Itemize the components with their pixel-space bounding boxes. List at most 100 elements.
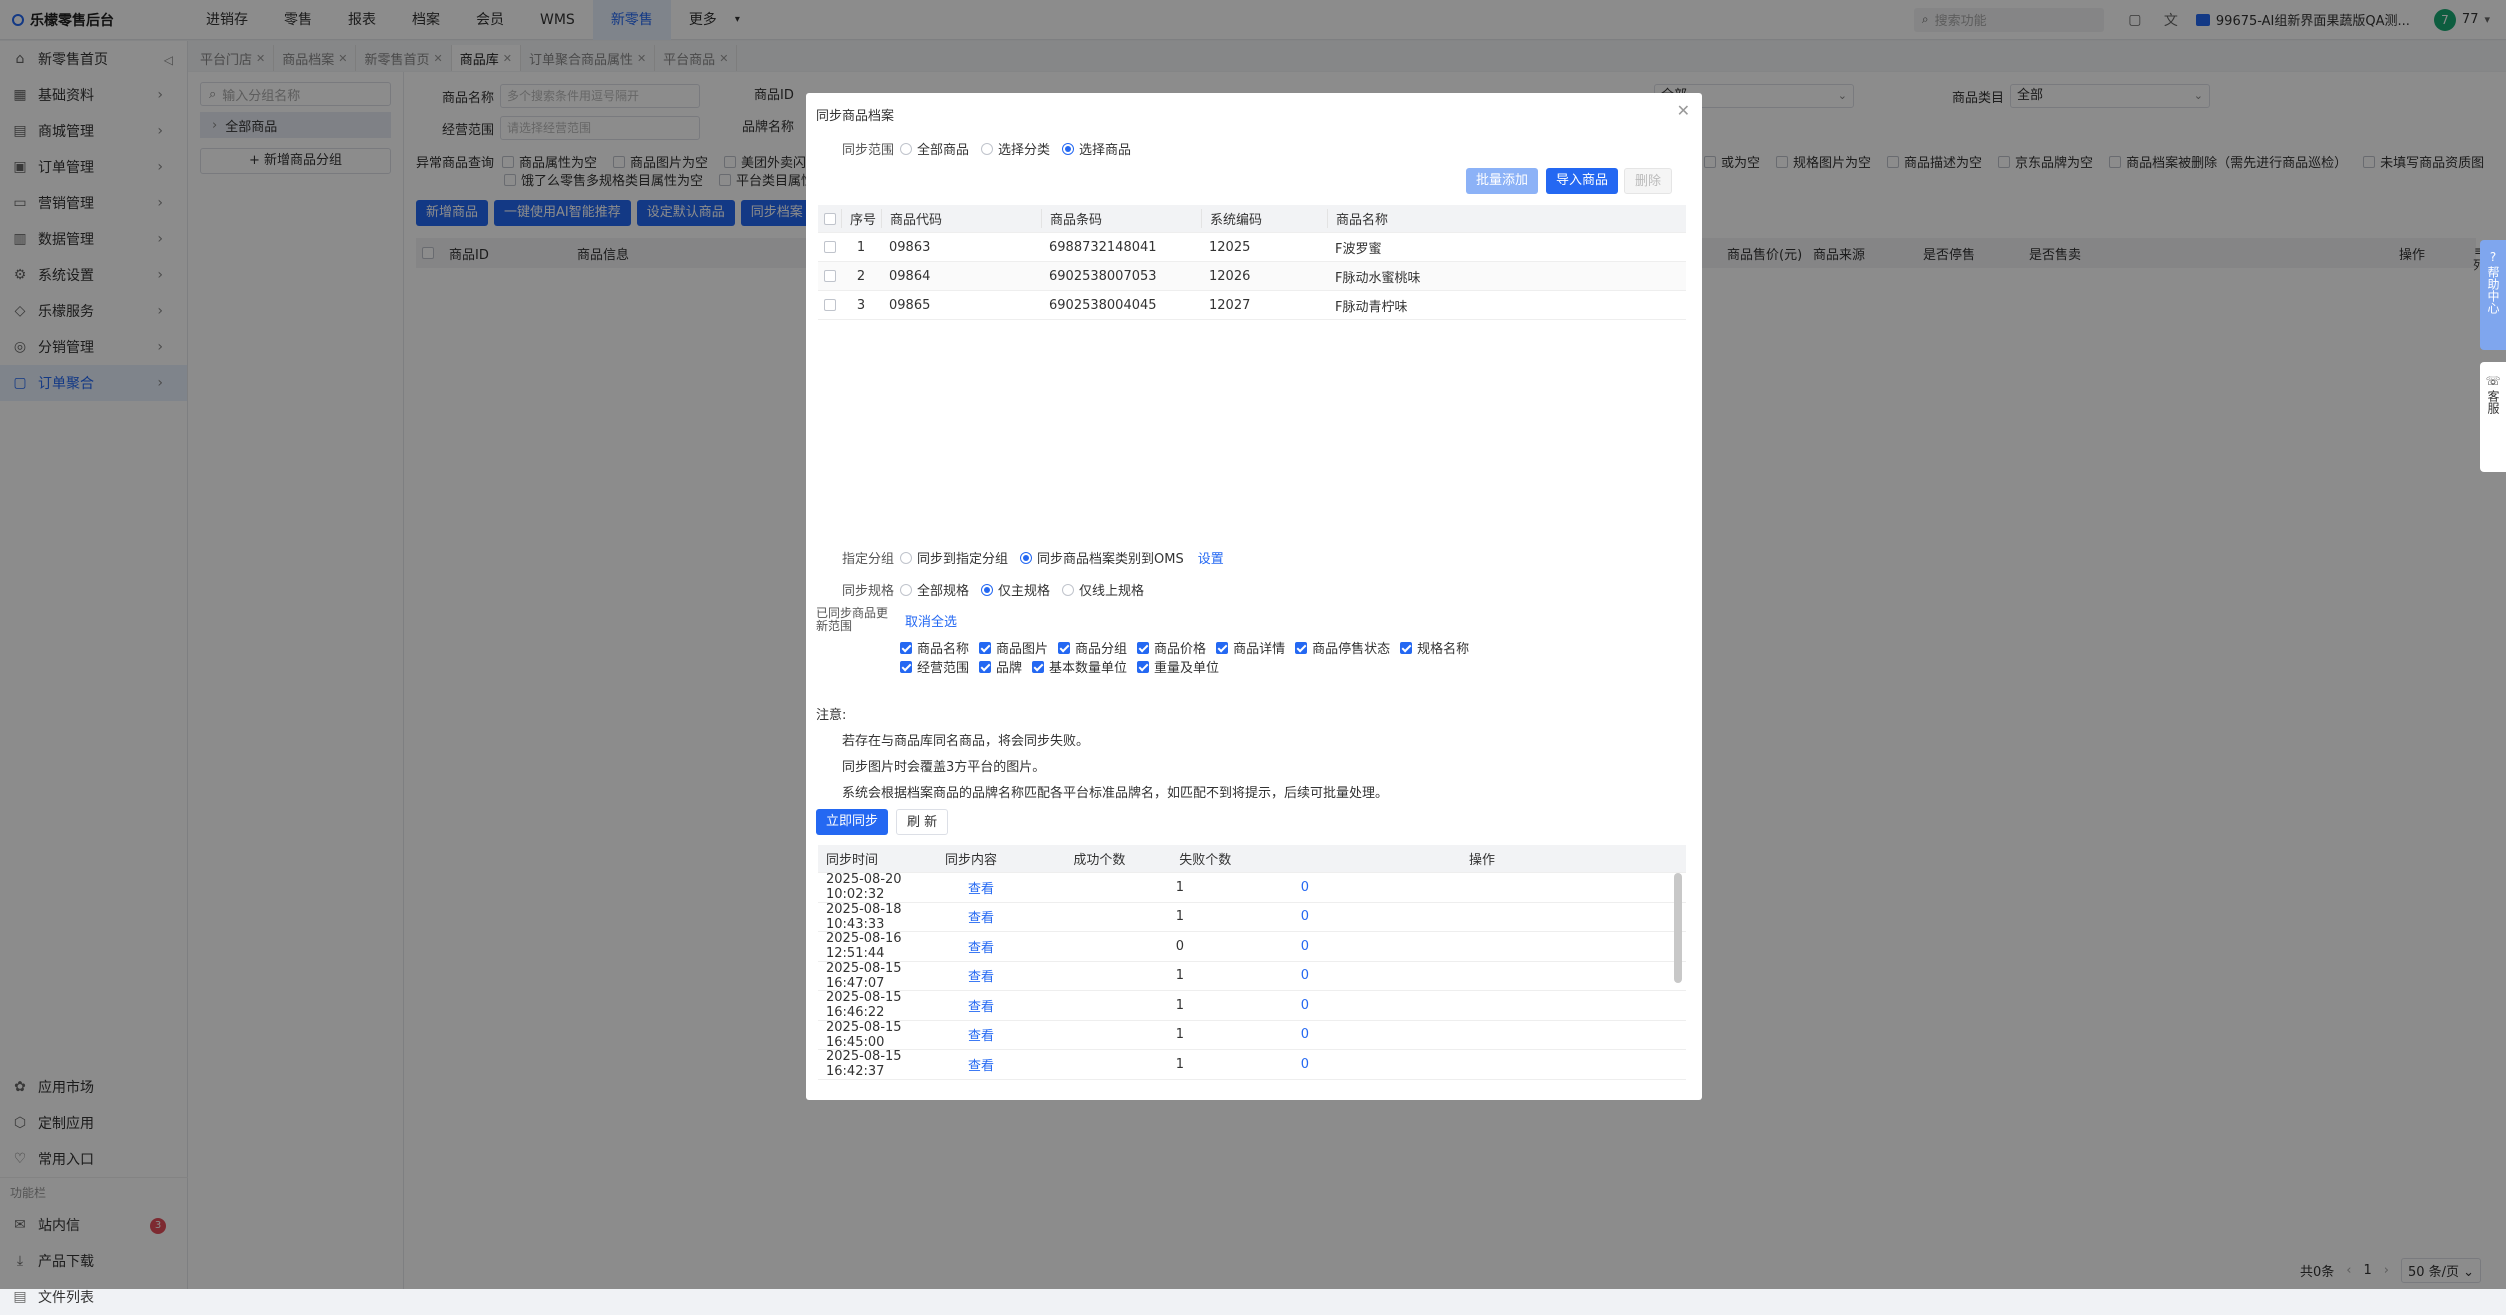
- checkbox-checked[interactable]: [900, 641, 912, 654]
- history-row: 2025-08-15 16:45:00 查看 1 0: [818, 1019, 1686, 1050]
- select-all-checkbox[interactable]: [824, 212, 836, 225]
- fail-count[interactable]: 0: [1190, 939, 1315, 954]
- fail-count[interactable]: 0: [1190, 968, 1315, 983]
- update-field-checkbox[interactable]: 商品详情: [1216, 638, 1285, 657]
- view-content-link[interactable]: 查看: [960, 907, 1080, 926]
- row-checkbox[interactable]: [824, 241, 836, 253]
- product-header-cell: 商品代码: [881, 209, 1041, 228]
- spec-option[interactable]: 仅主规格: [981, 580, 1050, 599]
- sync-now-button[interactable]: 立即同步: [816, 809, 889, 835]
- fail-count[interactable]: 0: [1190, 1057, 1315, 1072]
- right-float-panel: ? 帮助中心 ☏ 客服: [2480, 240, 2506, 472]
- product-cell: 09865: [889, 297, 931, 313]
- checkbox-checked[interactable]: [1058, 641, 1071, 654]
- history-row: 2025-08-15 16:46:22 查看 1 0: [818, 990, 1686, 1021]
- spec-option[interactable]: 仅线上规格: [1062, 580, 1144, 599]
- group-settings-link[interactable]: 设置: [1198, 548, 1224, 567]
- view-content-link[interactable]: 查看: [960, 878, 1080, 897]
- update-field-label: 商品图片: [996, 642, 1049, 657]
- product-cell: 12027: [1209, 297, 1251, 313]
- checkbox-checked[interactable]: [1295, 641, 1308, 654]
- help-center-button[interactable]: ? 帮助中心: [2480, 240, 2506, 350]
- update-field-checkbox[interactable]: 商品价格: [1137, 638, 1206, 657]
- view-content-link[interactable]: 查看: [960, 1025, 1080, 1044]
- scope-option[interactable]: 全部商品: [900, 139, 969, 158]
- success-count: 1: [1175, 879, 1184, 895]
- product-cell: 12025: [1209, 239, 1251, 255]
- history-header-cell: 同步时间: [826, 853, 879, 868]
- scope-option-label: 选择商品: [1079, 143, 1132, 158]
- fail-count[interactable]: 0: [1190, 998, 1315, 1013]
- checkbox-checked[interactable]: [979, 660, 992, 673]
- customer-service-button[interactable]: ☏ 客服: [2480, 362, 2506, 472]
- view-content-link[interactable]: 查看: [960, 1055, 1080, 1074]
- radio-button[interactable]: [1062, 583, 1075, 596]
- selected-products-table: 序号 商品代码 商品条码 系统编码 商品名称 1 09863 6988732148041 120…: [818, 205, 1686, 320]
- update-field-checkbox[interactable]: 商品名称: [900, 638, 969, 657]
- update-field-checkbox[interactable]: 重量及单位: [1137, 657, 1219, 676]
- radio-button[interactable]: [900, 142, 912, 155]
- group-option[interactable]: 同步商品档案类别到OMS: [1020, 548, 1184, 567]
- group-option-label: 同步到指定分组: [917, 552, 1009, 567]
- radio-button[interactable]: [981, 583, 994, 596]
- success-count: 1: [1175, 997, 1184, 1013]
- refresh-button[interactable]: 刷 新: [896, 809, 949, 835]
- checkbox-checked[interactable]: [1137, 641, 1150, 654]
- scope-option[interactable]: 选择分类: [981, 139, 1050, 158]
- radio-button[interactable]: [900, 551, 912, 564]
- update-field-checkbox[interactable]: 规格名称: [1400, 638, 1469, 657]
- view-content-link[interactable]: 查看: [960, 996, 1080, 1015]
- fail-count[interactable]: 0: [1190, 1027, 1315, 1042]
- radio-button[interactable]: [900, 583, 912, 596]
- import-goods-button[interactable]: 导入商品: [1546, 168, 1619, 194]
- update-field-label: 商品名称: [917, 642, 970, 657]
- update-field-label: 基本数量单位: [1049, 661, 1128, 676]
- history-row: 2025-08-16 12:51:44 查看 0 0: [818, 931, 1686, 962]
- update-field-checkbox[interactable]: 商品图片: [979, 638, 1048, 657]
- update-field-label: 重量及单位: [1154, 661, 1220, 676]
- history-time: 2025-08-18 10:43:33: [826, 901, 902, 932]
- history-time: 2025-08-15 16:45:00: [826, 1019, 902, 1050]
- close-icon[interactable]: ✕: [1677, 101, 1690, 120]
- scope-option[interactable]: 选择商品: [1062, 139, 1131, 158]
- batch-add-button[interactable]: 批量添加: [1466, 168, 1539, 194]
- cancel-all-link[interactable]: 取消全选: [905, 611, 957, 630]
- checkbox-checked[interactable]: [1032, 660, 1045, 673]
- checkbox-checked[interactable]: [1216, 641, 1229, 654]
- scope-label: 同步范围: [842, 143, 895, 158]
- product-header-cell: 序号: [841, 209, 881, 228]
- group-option[interactable]: 同步到指定分组: [900, 548, 1008, 567]
- history-row: 2025-08-18 10:43:33 查看 1 0: [818, 901, 1686, 932]
- headset-icon: ☏: [2485, 374, 2501, 388]
- checkbox-checked[interactable]: [900, 660, 912, 673]
- radio-button[interactable]: [1020, 551, 1033, 564]
- checkbox-checked[interactable]: [1400, 641, 1413, 654]
- radio-button[interactable]: [981, 142, 994, 155]
- update-field-checkbox[interactable]: 经营范围: [900, 657, 969, 676]
- product-row: 2 09864 6902538007053 12026 F脉动水蜜桃味: [818, 262, 1686, 291]
- row-checkbox[interactable]: [824, 270, 836, 282]
- success-count: 1: [1175, 968, 1184, 984]
- file-icon: ▤: [13, 1289, 27, 1305]
- view-content-link[interactable]: 查看: [960, 966, 1080, 985]
- update-field-label: 商品详情: [1233, 642, 1286, 657]
- checkbox-checked[interactable]: [979, 641, 992, 654]
- checkbox-checked[interactable]: [1137, 660, 1150, 673]
- history-scrollbar[interactable]: [1674, 873, 1682, 983]
- update-field-checkbox[interactable]: 品牌: [979, 657, 1022, 676]
- delete-button[interactable]: 删除: [1624, 168, 1673, 194]
- product-header-cell: 商品条码: [1041, 209, 1201, 228]
- fail-count[interactable]: 0: [1190, 880, 1315, 895]
- update-field-label: 经营范围: [917, 661, 970, 676]
- update-field-checkbox[interactable]: 基本数量单位: [1032, 657, 1127, 676]
- row-checkbox[interactable]: [824, 299, 836, 311]
- product-cell: 09864: [889, 268, 931, 284]
- radio-button[interactable]: [1062, 142, 1075, 155]
- product-cell: 1: [856, 239, 866, 255]
- view-content-link[interactable]: 查看: [960, 937, 1080, 956]
- spec-option[interactable]: 全部规格: [900, 580, 969, 599]
- update-field-label: 商品价格: [1154, 642, 1207, 657]
- update-field-checkbox[interactable]: 商品停售状态: [1295, 638, 1390, 657]
- fail-count[interactable]: 0: [1190, 909, 1315, 924]
- update-field-checkbox[interactable]: 商品分组: [1058, 638, 1127, 657]
